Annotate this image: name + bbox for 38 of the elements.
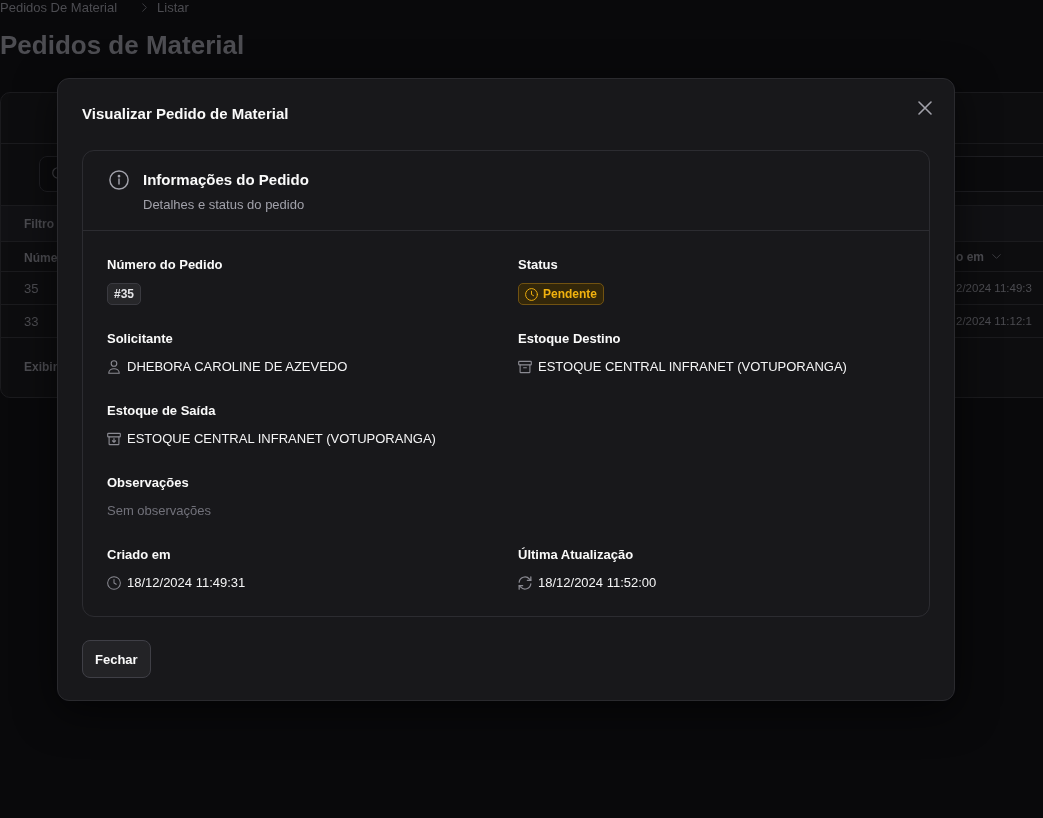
info-icon (109, 170, 129, 190)
column-header[interactable]: Núme (24, 250, 58, 265)
close-dialog-button[interactable]: Fechar (82, 640, 151, 678)
field-label: Número do Pedido (107, 256, 223, 274)
page-title: Pedidos de Material (0, 29, 245, 62)
table-cell: 2/2024 11:12:1 (956, 315, 1032, 327)
empty-value-text: Sem observações (107, 502, 212, 520)
table-cell: 33 (24, 314, 39, 329)
field-label: Observações (107, 474, 189, 492)
table-cell: 2/2024 11:49:3 (956, 282, 1032, 294)
section-title: Informações do Pedido (143, 170, 309, 190)
refresh-icon (518, 576, 532, 590)
status-text: Pendente (543, 287, 597, 301)
field-value: ESTOQUE CENTRAL INFRANET (VOTUPORANGA) (538, 358, 847, 376)
section-subtitle: Detalhes e status do pedido (143, 196, 305, 214)
field-value: 18/12/2024 11:49:31 (127, 574, 246, 592)
field-value: DHEBORA CAROLINE DE AZEVEDO (127, 358, 348, 376)
order-number-tag: #35 (107, 283, 142, 305)
clock-icon (107, 576, 121, 590)
chevron-right-icon (142, 3, 148, 12)
field-label: Solicitante (107, 330, 173, 348)
field-label: Última Atualização (518, 546, 634, 564)
breadcrumb-current: Listar (157, 0, 189, 15)
archive-box-icon (518, 360, 532, 374)
footer-text: Exibir (24, 360, 58, 374)
archive-box-arrow-icon (107, 432, 121, 446)
breadcrumb-link[interactable]: Pedidos De Material (0, 0, 118, 15)
field-label: Status (518, 256, 558, 274)
field-label: Criado em (107, 546, 171, 564)
table-cell: 35 (24, 281, 39, 296)
filter-label[interactable]: Filtro (24, 216, 54, 231)
field-value: ESTOQUE CENTRAL INFRANET (VOTUPORANGA) (127, 430, 436, 448)
field-label: Estoque de Saída (107, 402, 216, 420)
clock-icon (525, 287, 538, 301)
field-value: 18/12/2024 11:52:00 (538, 574, 657, 592)
dialog-title: Visualizar Pedido de Material (82, 104, 289, 124)
user-icon (107, 360, 121, 374)
field-label: Estoque Destino (518, 330, 621, 348)
